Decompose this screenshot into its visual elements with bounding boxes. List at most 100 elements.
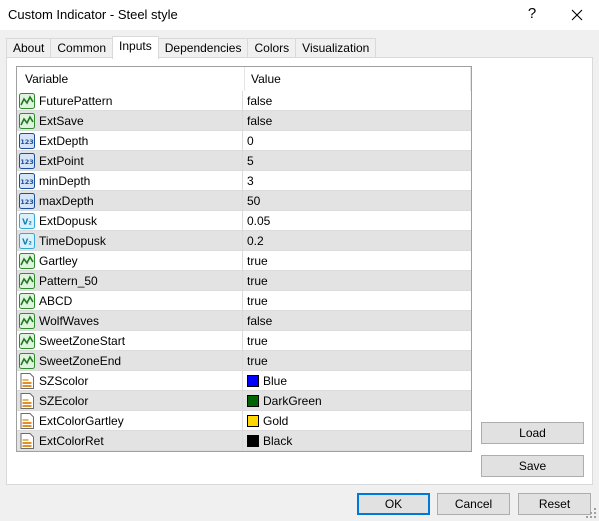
svg-text:123: 123 [20, 178, 34, 186]
table-row[interactable]: Gartley true [17, 251, 471, 271]
value-text: true [247, 253, 268, 268]
value-cell[interactable]: false [244, 111, 471, 130]
close-icon [571, 9, 583, 21]
table-row[interactable]: 123 ExtPoint 5 [17, 151, 471, 171]
variable-cell: 123 maxDepth [17, 191, 243, 210]
bool-parameter-icon [19, 92, 35, 109]
variable-name: SZEcolor [39, 393, 89, 408]
variable-cell: Gartley [17, 251, 243, 270]
value-text: true [247, 353, 268, 368]
value-text: DarkGreen [263, 393, 322, 408]
value-text: false [247, 93, 273, 108]
variable-name: TimeDopusk [39, 233, 106, 248]
value-cell[interactable]: Gold [244, 411, 471, 430]
value-cell[interactable]: 0.2 [244, 231, 471, 250]
cancel-button[interactable]: Cancel [437, 493, 510, 515]
table-row[interactable]: SZScolor Blue [17, 371, 471, 391]
grid-header: Variable Value [17, 67, 471, 91]
table-row[interactable]: ExtSave false [17, 111, 471, 131]
bool-parameter-icon [19, 112, 35, 129]
tab-dependencies[interactable]: Dependencies [157, 38, 249, 58]
bool-parameter-icon [19, 332, 35, 349]
integer-parameter-icon: 123 [19, 132, 35, 149]
resize-grip-icon[interactable] [585, 507, 597, 519]
variable-cell: ExtSave [17, 111, 243, 130]
value-cell[interactable]: DarkGreen [244, 391, 471, 410]
variable-name: ExtSave [39, 113, 84, 128]
table-row[interactable]: FuturePattern false [17, 91, 471, 111]
value-cell[interactable]: Blue [244, 371, 471, 390]
variable-name: ExtColorGartley [39, 413, 124, 428]
value-cell[interactable]: 0 [244, 131, 471, 150]
variable-cell: 123 ExtDepth [17, 131, 243, 150]
variable-cell: WolfWaves [17, 311, 243, 330]
variable-cell: 123 ExtPoint [17, 151, 243, 170]
table-row[interactable]: 123 minDepth 3 [17, 171, 471, 191]
tab-colors[interactable]: Colors [247, 38, 297, 58]
variable-name: FuturePattern [39, 93, 113, 108]
load-button[interactable]: Load [481, 422, 584, 444]
color-swatch [247, 434, 259, 447]
value-cell[interactable]: true [244, 351, 471, 370]
close-button[interactable] [562, 2, 592, 26]
table-row[interactable]: SweetZoneStart true [17, 331, 471, 351]
table-row[interactable]: 123 maxDepth 50 [17, 191, 471, 211]
value-cell[interactable]: Black [244, 431, 471, 450]
bool-parameter-icon [19, 352, 35, 369]
value-text: true [247, 293, 268, 308]
table-row[interactable]: SZEcolor DarkGreen [17, 391, 471, 411]
value-text: 0.05 [247, 213, 271, 228]
value-cell[interactable]: true [244, 331, 471, 350]
ok-button[interactable]: OK [357, 493, 430, 515]
value-text: true [247, 333, 268, 348]
value-text: Gold [263, 413, 289, 428]
value-cell[interactable]: 3 [244, 171, 471, 190]
variable-name: WolfWaves [39, 313, 100, 328]
column-header-variable[interactable]: Variable [17, 67, 245, 91]
variable-cell: 123 minDepth [17, 171, 243, 190]
inputs-grid[interactable]: Variable Value FuturePattern false ExtSave… [16, 66, 472, 452]
tab-common[interactable]: Common [50, 38, 114, 58]
window-title: Custom Indicator - Steel style [8, 7, 178, 22]
table-row[interactable]: WolfWaves false [17, 311, 471, 331]
bool-parameter-icon [19, 272, 35, 289]
bool-parameter-icon [19, 292, 35, 309]
title-bar: Custom Indicator - Steel style ? [0, 0, 599, 30]
table-row[interactable]: SweetZoneEnd true [17, 351, 471, 371]
column-header-value[interactable]: Value [245, 67, 471, 91]
table-row[interactable]: V₂ ExtDopusk 0.05 [17, 211, 471, 231]
value-cell[interactable]: true [244, 251, 471, 270]
help-button[interactable]: ? [518, 2, 546, 26]
variable-name: maxDepth [39, 193, 94, 208]
value-cell[interactable]: false [244, 91, 471, 110]
table-row[interactable]: Pattern_50 true [17, 271, 471, 291]
value-cell[interactable]: false [244, 311, 471, 330]
value-text: 50 [247, 193, 261, 208]
value-cell[interactable]: 5 [244, 151, 471, 170]
color-parameter-icon [20, 392, 34, 409]
table-row[interactable]: ExtColorRet Black [17, 431, 471, 451]
value-text: 0.2 [247, 233, 264, 248]
variable-cell: V₂ TimeDopusk [17, 231, 243, 250]
value-cell[interactable]: true [244, 291, 471, 310]
variable-name: SweetZoneStart [39, 333, 126, 348]
save-button[interactable]: Save [481, 455, 584, 477]
table-row[interactable]: ABCD true [17, 291, 471, 311]
value-cell[interactable]: 50 [244, 191, 471, 210]
variable-name: Pattern_50 [39, 273, 98, 288]
table-row[interactable]: V₂ TimeDopusk 0.2 [17, 231, 471, 251]
tab-visualization[interactable]: Visualization [295, 38, 377, 58]
tab-about[interactable]: About [6, 38, 52, 58]
variable-name: ExtDopusk [39, 213, 98, 228]
table-row[interactable]: ExtColorGartley Gold [17, 411, 471, 431]
svg-text:123: 123 [20, 158, 34, 166]
value-cell[interactable]: 0.05 [244, 211, 471, 230]
color-parameter-icon [20, 372, 34, 389]
double-parameter-icon: V₂ [19, 212, 35, 229]
reset-button[interactable]: Reset [518, 493, 591, 515]
value-cell[interactable]: true [244, 271, 471, 290]
variable-cell: SweetZoneStart [17, 331, 243, 350]
variable-name: minDepth [39, 173, 91, 188]
tab-inputs[interactable]: Inputs [112, 36, 159, 59]
table-row[interactable]: 123 ExtDepth 0 [17, 131, 471, 151]
